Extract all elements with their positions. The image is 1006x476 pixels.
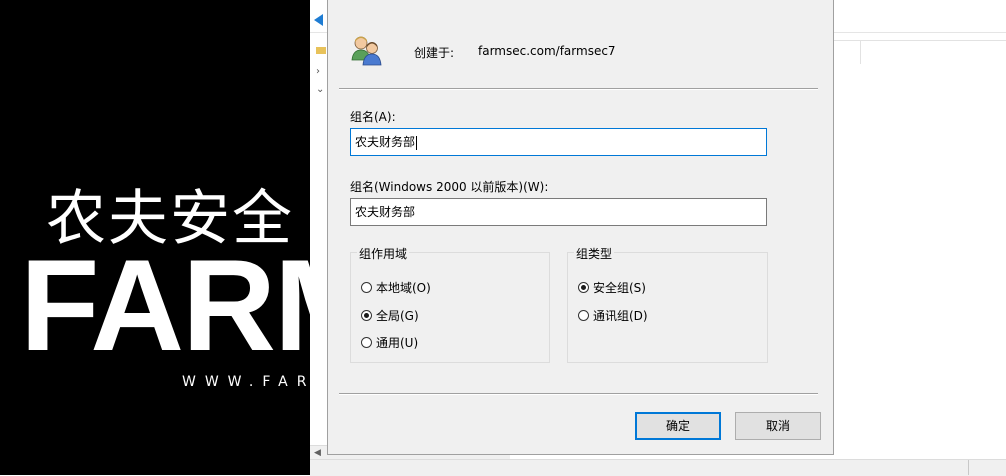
type-distribution-label: 通讯组(D)	[593, 309, 648, 323]
created-in-value: farmsec.com/farmsec7	[478, 44, 616, 58]
group-name-pre2000-value: 农夫财务部	[355, 205, 416, 219]
status-bar-separator	[968, 460, 969, 475]
scope-global-radio[interactable]	[361, 310, 372, 321]
cancel-button[interactable]: 取消	[735, 412, 821, 440]
type-distribution-option[interactable]: 通讯组(D)	[578, 307, 648, 324]
background-column-divider	[860, 40, 861, 64]
brand-english-text: FARM	[20, 232, 310, 378]
dialog-separator-bottom	[339, 393, 818, 395]
group-name-pre2000-label: 组名(Windows 2000 以前版本)(W):	[350, 180, 549, 194]
group-scope-title: 组作用域	[357, 245, 410, 262]
scope-global-option[interactable]: 全局(G)	[361, 307, 419, 324]
group-name-pre2000-input[interactable]: 农夫财务部	[350, 198, 767, 226]
created-in-label: 创建于:	[414, 46, 455, 60]
type-security-label: 安全组(S)	[593, 281, 646, 295]
back-arrow-icon[interactable]	[314, 14, 323, 26]
scope-universal-radio[interactable]	[361, 337, 372, 348]
type-security-option[interactable]: 安全组(S)	[578, 279, 646, 296]
scope-domain-local-label: 本地域(O)	[376, 281, 431, 295]
group-name-input[interactable]: 农夫财务部	[350, 128, 767, 156]
scope-universal-label: 通用(U)	[376, 336, 419, 350]
scroll-left-icon[interactable]: ◀	[314, 448, 321, 458]
ok-button[interactable]: 确定	[635, 412, 721, 440]
group-type-title: 组类型	[574, 245, 615, 262]
text-caret	[416, 135, 418, 150]
group-scope-box: 组作用域 本地域(O) 全局(G) 通用(U)	[350, 245, 550, 363]
type-security-radio[interactable]	[578, 282, 589, 293]
group-name-value: 农夫财务部	[355, 135, 416, 149]
brand-url-text: WWW.FAR	[182, 374, 310, 390]
brand-banner: 农夫安全 FARM WWW.FAR	[0, 0, 310, 475]
scope-domain-local-radio[interactable]	[361, 282, 372, 293]
users-group-icon	[350, 34, 384, 66]
group-type-box: 组类型 安全组(S) 通讯组(D)	[567, 245, 768, 363]
dialog-separator-top	[339, 88, 818, 90]
status-bar	[310, 459, 1006, 476]
new-group-dialog: 创建于: farmsec.com/farmsec7 组名(A): 农夫财务部 组…	[327, 0, 834, 455]
type-distribution-radio[interactable]	[578, 310, 589, 321]
scope-universal-option[interactable]: 通用(U)	[361, 334, 418, 351]
scope-domain-local-option[interactable]: 本地域(O)	[361, 279, 431, 296]
scope-global-label: 全局(G)	[376, 309, 419, 323]
group-name-label: 组名(A):	[350, 110, 396, 124]
